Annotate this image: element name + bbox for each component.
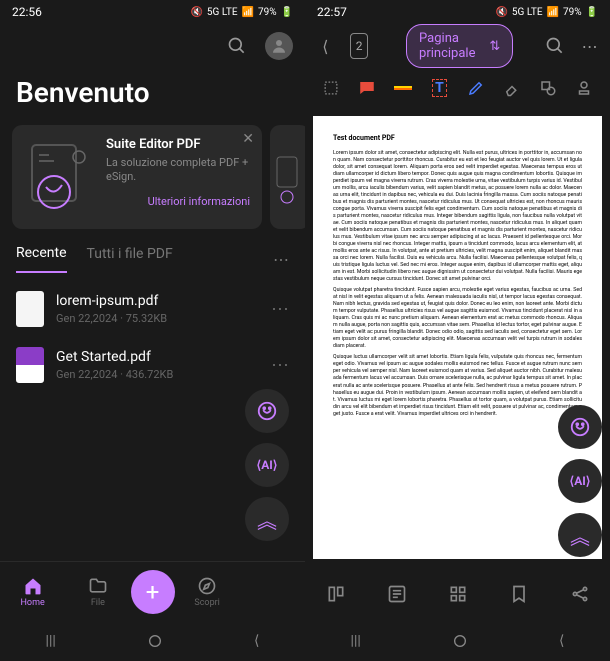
- file-thumbnail: [16, 347, 44, 383]
- file-more-icon[interactable]: ⋯: [271, 299, 289, 320]
- sys-home-icon[interactable]: [127, 625, 183, 657]
- top-bar: [0, 24, 305, 68]
- battery-icon: 🔋: [586, 7, 598, 18]
- nav-file[interactable]: File: [65, 576, 130, 608]
- assistant-fab[interactable]: [558, 405, 602, 449]
- promo-illustration: [24, 137, 94, 217]
- sys-recent-icon[interactable]: |||: [26, 625, 76, 657]
- file-name: Get Started.pdf: [56, 349, 259, 365]
- status-battery: 79%: [563, 7, 582, 18]
- file-tabs: Recente Tutti i file PDF ⋯: [0, 229, 305, 273]
- list-item[interactable]: Get Started.pdf Gen 22,2024 · 436.72KB ⋯: [0, 337, 305, 393]
- pen-tool-icon[interactable]: [463, 75, 489, 101]
- file-meta: Gen 22,2024 · 436.72KB: [56, 368, 259, 381]
- more-icon[interactable]: ⋯: [581, 34, 598, 58]
- close-icon[interactable]: ✕: [242, 131, 254, 147]
- back-icon[interactable]: ⟨: [317, 34, 334, 58]
- viewer-top-bar: ⟨ 2 Pagina principale ⇅ ⋯: [305, 24, 610, 68]
- avatar[interactable]: [265, 32, 293, 60]
- file-thumbnail: [16, 291, 44, 327]
- search-icon[interactable]: [225, 34, 249, 58]
- thumbnails-icon[interactable]: [324, 582, 348, 606]
- promo-title: Suite Editor PDF: [106, 137, 250, 152]
- file-list: lorem-ipsum.pdf Gen 22,2024 · 75.32KB ⋯ …: [0, 273, 305, 401]
- text-tool-icon[interactable]: T: [426, 75, 452, 101]
- shape-tool-icon[interactable]: [535, 75, 561, 101]
- file-meta: Gen 22,2024 · 75.32KB: [56, 312, 259, 325]
- share-icon[interactable]: [568, 582, 592, 606]
- tab-all[interactable]: Tutti i file PDF: [87, 246, 173, 272]
- eraser-tool-icon[interactable]: [499, 75, 525, 101]
- sys-home-icon[interactable]: [432, 625, 488, 657]
- nav-home[interactable]: Home: [0, 576, 65, 608]
- screen-home: 22:56 🔇 5G LTE 📶 79% 🔋 Benvenuto ✕: [0, 0, 305, 661]
- status-time: 22:56: [12, 5, 42, 19]
- fab-stack: ⟨AI⟩ ︽: [245, 389, 289, 541]
- fab-stack: ⟨AI⟩ ︽: [558, 405, 602, 557]
- file-name: lorem-ipsum.pdf: [56, 293, 259, 309]
- sys-back-icon[interactable]: ⟨: [234, 625, 279, 657]
- screen-viewer: 22:57 🔇 5G LTE 📶 79% 🔋 ⟨ 2 Pagina princi…: [305, 0, 610, 661]
- sys-recent-icon[interactable]: |||: [331, 625, 381, 657]
- file-more-icon[interactable]: ⋯: [271, 355, 289, 376]
- system-nav: ||| ⟨: [305, 621, 610, 661]
- status-bar: 22:57 🔇 5G LTE 📶 79% 🔋: [305, 0, 610, 24]
- stamp-tool-icon[interactable]: [571, 75, 597, 101]
- ai-fab[interactable]: ⟨AI⟩: [558, 459, 602, 503]
- sys-back-icon[interactable]: ⟨: [539, 625, 584, 657]
- tabs-more-icon[interactable]: ⋯: [273, 250, 289, 269]
- page-number[interactable]: 2: [350, 33, 369, 59]
- promo-link[interactable]: Ulteriori informazioni: [106, 195, 250, 208]
- chevron-updown-icon: ⇅: [489, 39, 500, 54]
- highlight-tool-icon[interactable]: [390, 75, 416, 101]
- promo-desc: La soluzione completa PDF + eSign.: [106, 156, 250, 185]
- status-bar: 22:56 🔇 5G LTE 📶 79% 🔋: [0, 0, 305, 24]
- doc-body: Lorem ipsum dolor sit amet, consectetur …: [333, 150, 582, 418]
- reflow-icon[interactable]: [385, 582, 409, 606]
- mute-icon: 🔇: [495, 7, 507, 18]
- signal-icon: 📶: [547, 7, 559, 18]
- add-button[interactable]: +: [131, 570, 175, 614]
- bottom-nav: Home File + Scopri: [0, 561, 305, 621]
- status-battery: 79%: [258, 7, 277, 18]
- status-net: 5G LTE: [207, 7, 238, 18]
- ai-fab[interactable]: ⟨AI⟩: [245, 443, 289, 487]
- promo-card-next[interactable]: [270, 125, 305, 229]
- status-time: 22:57: [317, 5, 347, 19]
- document-viewport[interactable]: Test document PDF Lorem ipsum dolor sit …: [305, 108, 610, 567]
- collapse-fab[interactable]: ︽: [245, 497, 289, 541]
- promo-next-illustration: [274, 137, 305, 217]
- grid-icon[interactable]: [446, 582, 470, 606]
- promo-cards: ✕ Suite Editor PDF La soluzione completa…: [0, 125, 305, 229]
- annotation-toolbar: T: [305, 68, 610, 108]
- bookmark-icon[interactable]: [507, 582, 531, 606]
- viewer-bottom-bar: [305, 567, 610, 621]
- battery-icon: 🔋: [281, 7, 293, 18]
- page-selector[interactable]: Pagina principale ⇅: [406, 24, 513, 68]
- mute-icon: 🔇: [190, 7, 202, 18]
- tab-recent[interactable]: Recente: [16, 245, 67, 273]
- system-nav: ||| ⟨: [0, 621, 305, 661]
- comment-tool-icon[interactable]: [354, 75, 380, 101]
- assistant-fab[interactable]: [245, 389, 289, 433]
- page-title: Benvenuto: [0, 68, 305, 125]
- nav-discover[interactable]: Scopri: [175, 576, 240, 608]
- select-tool-icon[interactable]: [318, 75, 344, 101]
- doc-title: Test document PDF: [333, 134, 582, 142]
- search-icon[interactable]: [545, 34, 565, 58]
- collapse-fab[interactable]: ︽: [558, 513, 602, 557]
- signal-icon: 📶: [242, 7, 254, 18]
- status-net: 5G LTE: [512, 7, 543, 18]
- list-item[interactable]: lorem-ipsum.pdf Gen 22,2024 · 75.32KB ⋯: [0, 281, 305, 337]
- promo-card[interactable]: ✕ Suite Editor PDF La soluzione completa…: [12, 125, 262, 229]
